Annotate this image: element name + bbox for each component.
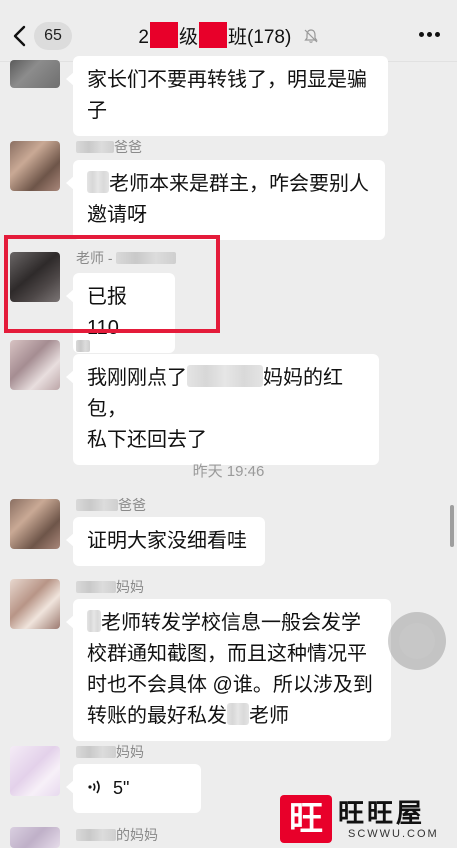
mute-bell-icon xyxy=(303,29,318,43)
blurred-name xyxy=(87,171,109,193)
message-line: 校群通知截图，而且这种情况平 xyxy=(87,643,367,665)
highlight-box xyxy=(4,235,220,333)
blurred-name xyxy=(76,829,116,841)
title-suffix: 班(178) xyxy=(227,27,292,48)
message-line: 转账的最好私发 老师 xyxy=(87,701,377,732)
sender-name: 妈妈 xyxy=(76,579,144,595)
message-line: 我刚刚点了 妈妈的红包， xyxy=(87,363,365,425)
scrollbar[interactable] xyxy=(450,505,454,547)
message-list[interactable]: 家长们不要再转钱了，明显是骗 子 爸爸 老师本来是群主，咋会要别人 邀请呀 老师… xyxy=(0,56,457,848)
avatar[interactable] xyxy=(10,141,60,191)
voice-wave-icon xyxy=(88,780,100,794)
message-line: 子 xyxy=(87,100,107,122)
message-line: 邀请呀 xyxy=(87,204,147,226)
message-bubble[interactable]: 老师本来是群主，咋会要别人 邀请呀 xyxy=(66,160,385,240)
redaction-block xyxy=(198,22,227,48)
redaction-block xyxy=(149,22,178,48)
blurred-name xyxy=(76,581,116,593)
sender-name-text: 妈妈 xyxy=(116,744,144,760)
message-text: 老师本来是群主，咋会要别人 xyxy=(109,173,369,195)
sender-name-text: 爸爸 xyxy=(114,139,142,155)
sender-name-text: 爸爸 xyxy=(118,497,146,513)
message-line: 老师本来是群主，咋会要别人 xyxy=(87,169,371,200)
message-bubble[interactable]: 老师转发学校信息一般会发学 校群通知截图，而且这种情况平 时也不会具体 @谁。所… xyxy=(66,599,391,741)
avatar[interactable] xyxy=(10,746,60,796)
sender-name: 爸爸 xyxy=(76,139,142,155)
voice-message-bubble[interactable]: 5" xyxy=(66,764,201,813)
sender-name: 的妈妈 xyxy=(76,827,158,843)
sender-name xyxy=(76,338,90,354)
sender-name-text: 的妈妈 xyxy=(116,827,158,843)
avatar[interactable] xyxy=(10,340,60,390)
message-line: 证明大家没细看哇 xyxy=(87,530,247,552)
message-text: 转账的最好私发 xyxy=(87,705,227,727)
message-bubble[interactable]: 证明大家没细看哇 xyxy=(66,517,265,566)
sender-name: 妈妈 xyxy=(76,744,144,760)
avatar[interactable] xyxy=(10,827,60,848)
avatar[interactable] xyxy=(10,499,60,549)
blurred-name xyxy=(76,141,114,153)
blurred-name xyxy=(76,340,90,352)
chat-title: 2 级 班(178) xyxy=(0,22,457,52)
blurred-name xyxy=(87,610,101,632)
watermark: 旺 旺旺屋 SCWWU.COM xyxy=(280,795,457,848)
title-middle: 级 xyxy=(178,27,198,48)
watermark-domain: SCWWU.COM xyxy=(348,828,439,840)
blurred-name xyxy=(76,746,116,758)
sender-name-text: 妈妈 xyxy=(116,579,144,595)
chat-header: 65 2 级班(178) xyxy=(0,0,457,62)
message-text: 我刚刚点了 xyxy=(87,367,187,389)
blurred-name xyxy=(187,365,263,387)
blurred-name xyxy=(76,499,118,511)
message-bubble[interactable]: 家长们不要再转钱了，明显是骗 子 xyxy=(66,56,388,136)
floating-assistive-button[interactable] xyxy=(388,612,446,670)
message-bubble[interactable]: 我刚刚点了 妈妈的红包， 私下还回去了 xyxy=(66,354,379,465)
watermark-text: 旺旺屋 xyxy=(338,799,426,829)
message-line: 家长们不要再转钱了，明显是骗 xyxy=(87,69,367,91)
avatar[interactable] xyxy=(10,579,60,629)
time-divider: 昨天 19:46 xyxy=(192,463,265,480)
blurred-name xyxy=(227,703,249,725)
avatar[interactable] xyxy=(10,60,60,88)
title-prefix: 2 xyxy=(138,27,149,48)
message-line: 时也不会具体 @谁。所以涉及到 xyxy=(87,674,373,696)
watermark-logo: 旺 xyxy=(280,795,332,843)
message-line: 私下还回去了 xyxy=(87,429,207,451)
message-text: 老师 xyxy=(249,705,289,727)
message-line: 老师转发学校信息一般会发学 xyxy=(87,608,377,639)
more-options-icon[interactable] xyxy=(419,32,441,38)
message-text: 老师转发学校信息一般会发学 xyxy=(101,612,361,634)
voice-duration: 5" xyxy=(113,778,130,798)
sender-name: 爸爸 xyxy=(76,497,146,513)
